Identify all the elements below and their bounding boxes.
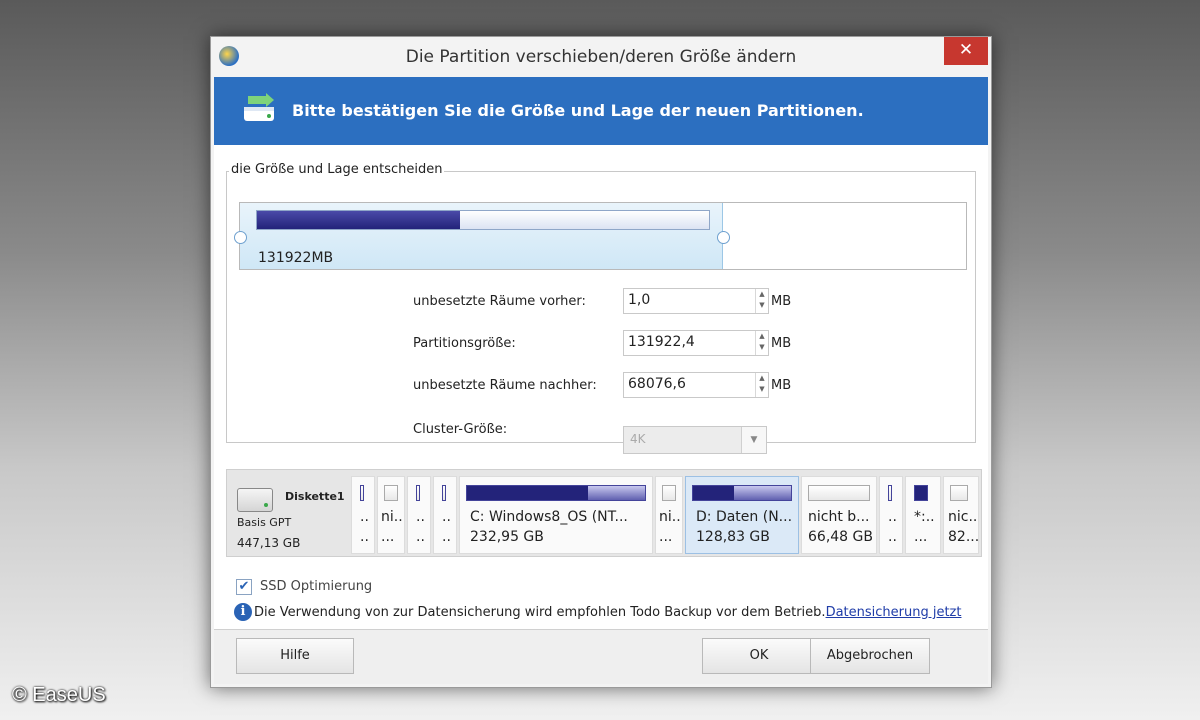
ssd-optimization-checkbox[interactable]: ✔	[236, 579, 252, 595]
cluster-size-value: 4K	[630, 432, 646, 446]
after-stepper[interactable]: ▲▼	[623, 372, 769, 398]
disk-name: Diskette1	[285, 490, 345, 503]
watermark: © EaseUS	[12, 684, 106, 706]
dialog-content: die Größe und Lage entscheiden 131922MB …	[214, 145, 988, 684]
partition-bar	[384, 485, 398, 501]
partition-bar	[808, 485, 870, 501]
size-location-group: die Größe und Lage entscheiden 131922MB …	[226, 162, 976, 454]
backup-now-link[interactable]: Datensicherung jetzt	[826, 605, 962, 620]
partition-size: ..	[442, 529, 451, 545]
size-unit: MB	[771, 336, 792, 351]
after-unit: MB	[771, 378, 792, 393]
partition-block-c[interactable]: C: Windows8_OS (NT... 232,95 GB	[459, 476, 653, 554]
partition-bar	[692, 485, 792, 501]
before-input[interactable]	[624, 289, 754, 311]
drive-resize-icon	[244, 93, 274, 121]
selected-partition[interactable]: 131922MB	[240, 203, 723, 269]
partition-bar	[442, 485, 446, 501]
title-bar: Die Partition verschieben/deren Größe än…	[211, 37, 991, 77]
backup-recommendation: Die Verwendung von zur Datensicherung wi…	[254, 605, 961, 620]
partition-map: 131922MB	[234, 202, 967, 270]
partition-block[interactable]: .. ..	[351, 476, 375, 554]
cluster-size-select[interactable]: 4K ▼	[623, 426, 767, 454]
group-legend: die Größe und Lage entscheiden	[229, 162, 445, 177]
after-input[interactable]	[624, 373, 754, 395]
disk-map-panel: Diskette1 Basis GPT 447,13 GB .. .. ni..…	[226, 469, 982, 557]
partition-label: ni...	[381, 509, 405, 525]
usage-bar	[256, 210, 710, 230]
info-icon: i	[234, 603, 252, 621]
ssd-optimization-label: SSD Optimierung	[260, 579, 373, 594]
usage-fill	[257, 211, 461, 229]
disk-info: Diskette1 Basis GPT 447,13 GB	[227, 470, 349, 556]
partition-bar	[950, 485, 968, 501]
size-input[interactable]	[624, 331, 754, 353]
partition-label: ..	[360, 509, 369, 525]
partition-bar	[662, 485, 676, 501]
partition-size: ..	[888, 529, 897, 545]
after-label: unbesetzte Räume nachher:	[413, 378, 597, 393]
disk-size: 447,13 GB	[237, 536, 301, 550]
partition-size-label: 131922MB	[258, 250, 334, 266]
partition-bar	[888, 485, 892, 501]
partition-block[interactable]: .. ..	[433, 476, 457, 554]
size-stepper[interactable]: ▲▼	[623, 330, 769, 356]
banner-text: Bitte bestätigen Sie die Größe und Lage …	[292, 101, 864, 120]
before-stepper[interactable]: ▲▼	[623, 288, 769, 314]
cluster-label: Cluster-Größe:	[413, 422, 508, 437]
partition-label: C: Windows8_OS (NT...	[470, 509, 628, 525]
partition-bar	[914, 485, 928, 501]
window-title: Die Partition verschieben/deren Größe än…	[405, 47, 797, 67]
partition-block-d-selected[interactable]: D: Daten (N... 128,83 GB	[685, 476, 799, 554]
partition-size: 66,48 GB	[808, 529, 873, 545]
button-bar: Hilfe OK Abgebrochen	[214, 629, 988, 684]
partition-label: ..	[442, 509, 451, 525]
partition-block[interactable]: .. ..	[879, 476, 903, 554]
partition-size: 128,83 GB	[696, 529, 770, 545]
partition-label: *:..	[914, 509, 935, 525]
partition-size: ..	[416, 529, 425, 545]
chevron-down-icon[interactable]: ▼	[741, 427, 766, 453]
spin-arrows-icon[interactable]: ▲ ▼	[755, 331, 768, 355]
partition-label: nic...	[948, 509, 979, 525]
cancel-button[interactable]: Abgebrochen	[810, 638, 930, 674]
partition-block[interactable]: ni... ...	[655, 476, 683, 554]
before-label: unbesetzte Räume vorher:	[413, 294, 586, 309]
resize-partition-dialog: Die Partition verschieben/deren Größe än…	[210, 36, 992, 688]
partition-size: 232,95 GB	[470, 529, 544, 545]
partition-block[interactable]: ni... ...	[377, 476, 405, 554]
close-button[interactable]: ✕	[944, 37, 988, 65]
left-resize-handle[interactable]	[234, 231, 247, 244]
partition-label: ..	[416, 509, 425, 525]
spin-arrows-icon[interactable]: ▲ ▼	[755, 373, 768, 397]
partition-block[interactable]: nic... 82...	[943, 476, 979, 554]
help-button[interactable]: Hilfe	[236, 638, 354, 674]
partition-size: ..	[360, 529, 369, 545]
info-text: Die Verwendung von zur Datensicherung wi…	[254, 605, 826, 620]
partition-label: ..	[888, 509, 897, 525]
ok-button[interactable]: OK	[702, 638, 816, 674]
right-resize-handle[interactable]	[717, 231, 730, 244]
partition-bar	[466, 485, 646, 501]
partition-bar	[360, 485, 364, 501]
size-label: Partitionsgröße:	[413, 336, 516, 351]
partition-label: nicht b...	[808, 509, 870, 525]
partition-bar	[416, 485, 420, 501]
before-unit: MB	[771, 294, 792, 309]
hard-disk-icon	[237, 488, 273, 512]
partition-size: ...	[914, 529, 928, 545]
disk-type: Basis GPT	[237, 516, 292, 529]
partition-size: ...	[659, 529, 673, 545]
partition-size: ...	[381, 529, 395, 545]
partition-size: 82...	[948, 529, 979, 545]
spin-arrows-icon[interactable]: ▲ ▼	[755, 289, 768, 313]
partition-label: ni...	[659, 509, 683, 525]
partition-block[interactable]: .. ..	[407, 476, 431, 554]
partition-block-unallocated[interactable]: nicht b... 66,48 GB	[801, 476, 877, 554]
partition-block[interactable]: *:.. ...	[905, 476, 941, 554]
header-banner: Bitte bestätigen Sie die Größe und Lage …	[214, 77, 988, 145]
partition-label: D: Daten (N...	[696, 509, 793, 525]
